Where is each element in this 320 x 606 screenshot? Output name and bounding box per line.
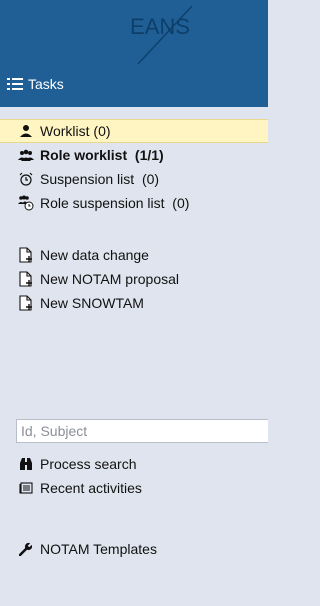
list-icon [7, 78, 23, 90]
sidebar-item-label: Suspension list (0) [40, 171, 160, 187]
sidebar-item-new-data-change[interactable]: New data change [0, 243, 268, 267]
sidebar-item-process-search[interactable]: Process search [0, 452, 268, 476]
wrench-icon [16, 539, 36, 559]
sidebar-item-worklist[interactable]: Worklist (0) [0, 119, 268, 143]
search-input[interactable] [16, 419, 268, 443]
history-icon [16, 478, 36, 498]
sidebar-item-new-notam-proposal[interactable]: New NOTAM proposal [0, 267, 268, 291]
sidebar-item-label: New data change [40, 247, 149, 263]
tasks-title-label: Tasks [28, 76, 64, 92]
sidebar-item-label: Worklist (0) [40, 123, 111, 139]
sidebar-item-label: New SNOWTAM [40, 295, 144, 311]
eans-logo: EANS [130, 5, 193, 64]
sidebar-item-recent-activities[interactable]: Recent activities [0, 476, 268, 500]
sidebar-item-label: NOTAM Templates [40, 541, 157, 557]
group-clock-icon [16, 193, 36, 213]
sidebar-item-role-worklist[interactable]: Role worklist (1/1) [0, 143, 268, 167]
sidebar-header: EANS Tasks [0, 0, 268, 107]
sidebar-item-new-snowtam[interactable]: New SNOWTAM [0, 291, 268, 315]
tasks-title: Tasks [7, 74, 64, 94]
binoculars-icon [16, 454, 36, 474]
new-document-icon [16, 293, 36, 313]
sidebar-item-label: Recent activities [40, 480, 142, 496]
new-document-icon [16, 245, 36, 265]
logo-text: EANS [130, 14, 190, 39]
group-icon [16, 145, 36, 165]
sidebar-item-notam-templates[interactable]: NOTAM Templates [0, 537, 268, 561]
sidebar-item-role-suspension-list[interactable]: Role suspension list (0) [0, 191, 268, 215]
sidebar-item-label: Process search [40, 456, 137, 472]
user-icon [16, 121, 36, 141]
sidebar-item-label: New NOTAM proposal [40, 271, 180, 287]
new-document-icon [16, 269, 36, 289]
alarm-clock-icon [16, 169, 36, 189]
sidebar-item-suspension-list[interactable]: Suspension list (0) [0, 167, 268, 191]
sidebar-item-label: Role worklist (1/1) [40, 147, 164, 163]
sidebar-item-label: Role suspension list (0) [40, 195, 190, 211]
